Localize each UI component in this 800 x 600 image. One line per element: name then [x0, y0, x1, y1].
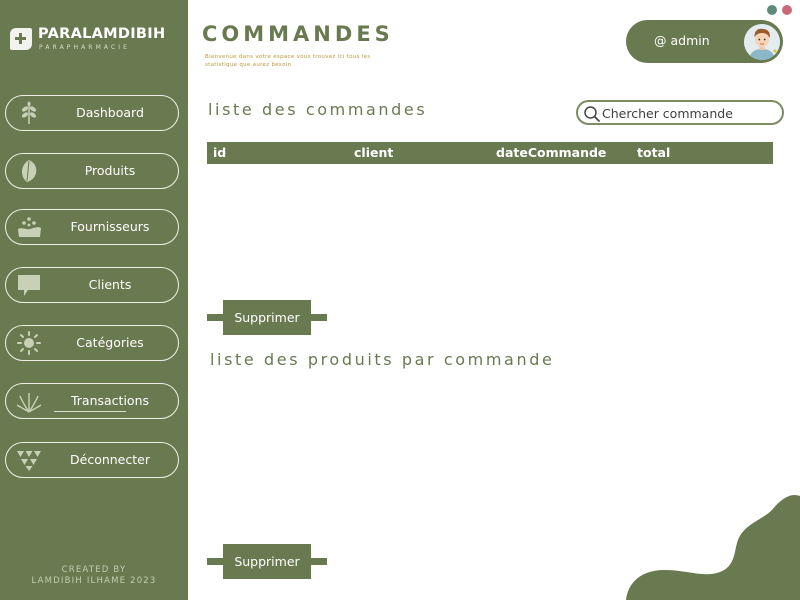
delete-product-button[interactable]: Supprimer — [223, 544, 311, 579]
leaf-sprig-icon — [21, 101, 37, 124]
sidebar-item-label: Produits — [84, 163, 136, 178]
orders-table-header: id client dateCommande total — [207, 142, 773, 164]
column-header-id[interactable]: id — [213, 145, 226, 160]
active-underline — [54, 411, 126, 412]
search-box[interactable] — [576, 100, 784, 125]
pharmacy-cross-icon — [10, 28, 32, 50]
sidebar-item-produits[interactable]: Produits — [5, 153, 179, 189]
decorative-blob — [626, 494, 800, 600]
delete-order-button[interactable]: Supprimer — [223, 300, 311, 335]
avatar[interactable] — [744, 24, 780, 60]
user-label: @ admin — [654, 33, 710, 48]
column-header-total[interactable]: total — [637, 145, 670, 160]
triangles-icon — [17, 451, 41, 471]
sidebar-item-transactions[interactable]: Transactions — [5, 383, 179, 419]
sidebar-item-clients[interactable]: Clients — [5, 267, 179, 303]
column-header-client[interactable]: client — [354, 145, 393, 160]
sidebar-item-label: Transactions — [70, 393, 150, 408]
sidebar-item-fournisseurs[interactable]: Fournisseurs — [5, 209, 179, 245]
credit-line: CREATED BY — [61, 565, 127, 575]
hand-drops-icon — [18, 217, 41, 237]
products-delete-wrap: Supprimer — [207, 544, 327, 579]
search-input[interactable] — [602, 104, 778, 122]
leaf-icon — [21, 160, 37, 182]
sidebar-item-categories[interactable]: Catégories — [5, 325, 179, 361]
chat-bubble-icon — [18, 275, 40, 296]
sidebar-item-label: Catégories — [76, 335, 144, 350]
orders-title: liste des commandes — [208, 100, 428, 119]
sidebar-item-label: Déconnecter — [70, 452, 150, 467]
page-subtitle: Bienvenue dans votre espace vous trouvez… — [205, 54, 371, 68]
brand-name: PARALAMDIBIH — [38, 26, 166, 42]
products-title: liste des produits par commande — [210, 350, 555, 369]
brand-logo: PARALAMDIBIH PARAPHARMACIE — [10, 26, 185, 56]
window-dot-red[interactable] — [782, 5, 792, 15]
sidebar-item-deconnecter[interactable]: Déconnecter — [5, 442, 179, 478]
sidebar-item-label: Dashboard — [76, 105, 144, 120]
search-icon[interactable] — [583, 105, 601, 123]
sidebar: PARALAMDIBIH PARAPHARMACIE Dashboard Pro… — [0, 0, 188, 600]
orders-delete-wrap: Supprimer — [207, 300, 327, 335]
credit-line: LAMDIBIH ILHAME 2023 — [31, 576, 157, 586]
sidebar-item-label: Fournisseurs — [70, 219, 150, 234]
page-title: COMMANDES — [202, 22, 394, 46]
palm-leaves-icon — [16, 393, 42, 413]
column-header-datecommande[interactable]: dateCommande — [496, 145, 606, 160]
sidebar-item-label: Clients — [88, 277, 132, 292]
brand-tagline: PARAPHARMACIE — [39, 44, 130, 51]
sun-icon — [17, 331, 41, 355]
sidebar-item-dashboard[interactable]: Dashboard — [5, 95, 179, 131]
window-dot-green[interactable] — [767, 5, 777, 15]
